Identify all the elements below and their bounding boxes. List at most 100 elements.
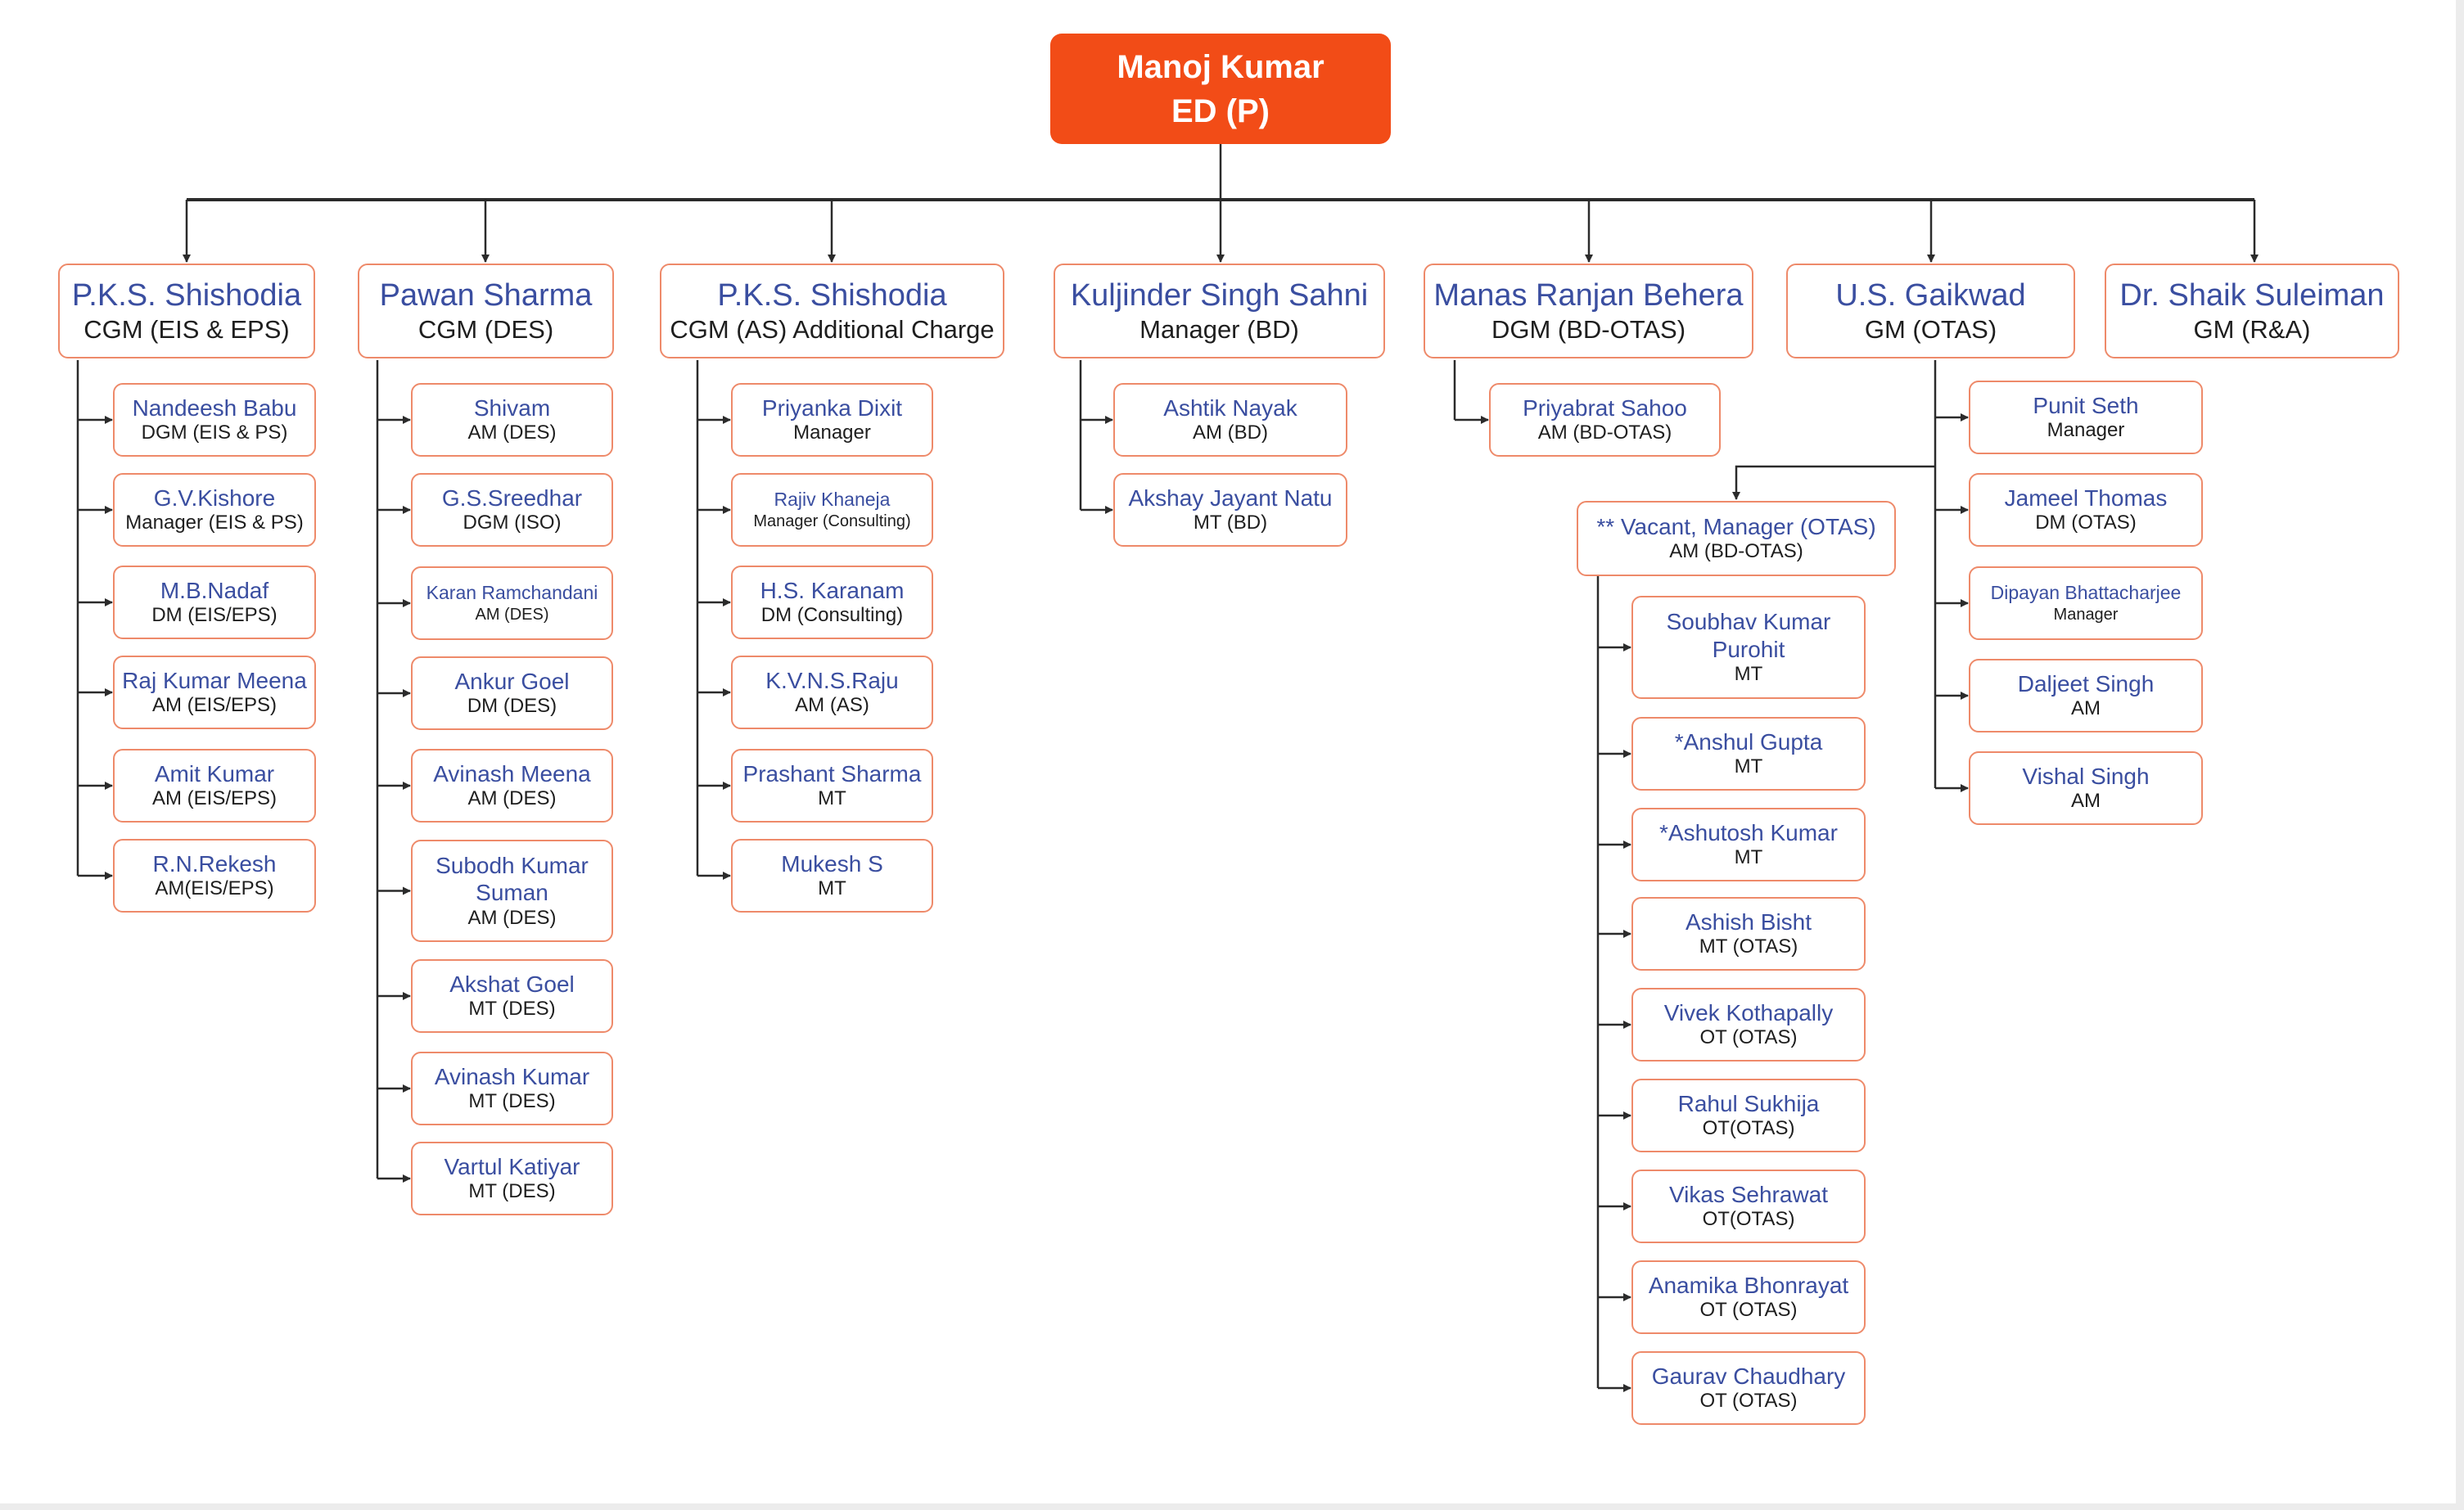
- node-name: Pawan Sharma: [379, 277, 593, 313]
- head-node-gm-r-and-a[interactable]: Dr. Shaik Suleiman GM (R&A): [2105, 264, 2399, 358]
- node-name: Nandeesh Babu: [132, 394, 297, 421]
- node-name: Anamika Bhonrayat: [1648, 1272, 1849, 1298]
- node-name: Akshat Goel: [449, 971, 575, 997]
- node-title: MT: [1734, 663, 1763, 686]
- employee-node[interactable]: Rahul Sukhija OT(OTAS): [1631, 1079, 1866, 1152]
- node-name: R.N.Rekesh: [152, 850, 277, 877]
- employee-node[interactable]: Akshay Jayant Natu MT (BD): [1113, 473, 1347, 547]
- node-name: Subodh Kumar Suman: [435, 852, 589, 906]
- node-name: ** Vacant, Manager (OTAS): [1596, 513, 1876, 539]
- employee-node[interactable]: G.V.Kishore Manager (EIS & PS): [113, 473, 316, 547]
- node-title: Manager (EIS & PS): [125, 512, 304, 534]
- node-title: AM (DES): [467, 787, 557, 810]
- employee-node[interactable]: Karan Ramchandani AM (DES): [411, 566, 613, 640]
- node-title: MT: [1734, 846, 1763, 869]
- node-name: Vikas Sehrawat: [1668, 1181, 1829, 1207]
- node-title: DM (Consulting): [760, 604, 904, 627]
- employee-node[interactable]: Akshat Goel MT (DES): [411, 959, 613, 1033]
- node-title: Manager: [2047, 419, 2125, 442]
- head-node-cgm-des[interactable]: Pawan Sharma CGM (DES): [358, 264, 614, 358]
- employee-node[interactable]: *Ashutosh Kumar MT: [1631, 808, 1866, 881]
- head-node-cgm-as[interactable]: P.K.S. Shishodia CGM (AS) Additional Cha…: [660, 264, 1004, 358]
- employee-node[interactable]: Mukesh S MT: [731, 839, 933, 913]
- node-name: Avinash Meena: [433, 760, 591, 787]
- node-title: GM (R&A): [2193, 315, 2311, 345]
- employee-node[interactable]: Ankur Goel DM (DES): [411, 656, 613, 730]
- employee-node[interactable]: Rajiv Khaneja Manager (Consulting): [731, 473, 933, 547]
- employee-node[interactable]: Dipayan Bhattacharjee Manager: [1969, 566, 2203, 640]
- connector-to-sub-unit: [1732, 465, 1935, 500]
- head-node-manager-bd[interactable]: Kuljinder Singh Sahni Manager (BD): [1054, 264, 1385, 358]
- employee-node[interactable]: K.V.N.S.Raju AM (AS): [731, 656, 933, 729]
- employee-node[interactable]: Jameel Thomas DM (OTAS): [1969, 473, 2203, 547]
- node-name: P.K.S. Shishodia: [71, 277, 302, 313]
- employee-node[interactable]: M.B.Nadaf DM (EIS/EPS): [113, 566, 316, 639]
- employee-node[interactable]: Daljeet Singh AM: [1969, 659, 2203, 732]
- employee-node[interactable]: Nandeesh Babu DGM (EIS & PS): [113, 383, 316, 457]
- node-title: AM (EIS/EPS): [151, 694, 278, 717]
- employee-node[interactable]: Amit Kumar AM (EIS/EPS): [113, 749, 316, 823]
- node-name: Ashish Bisht: [1685, 908, 1812, 935]
- node-name: *Anshul Gupta: [1674, 728, 1823, 755]
- employee-node[interactable]: Subodh Kumar Suman AM (DES): [411, 840, 613, 942]
- node-name: Priyanka Dixit: [761, 394, 903, 421]
- node-name: *Ashutosh Kumar: [1659, 819, 1838, 845]
- node-title: CGM (AS) Additional Charge: [670, 315, 995, 345]
- node-title: AM (DES): [475, 605, 549, 624]
- employee-node[interactable]: R.N.Rekesh AM(EIS/EPS): [113, 839, 316, 913]
- employee-node[interactable]: Raj Kumar Meena AM (EIS/EPS): [113, 656, 316, 729]
- node-title: CGM (EIS & EPS): [83, 315, 290, 345]
- employee-node[interactable]: Vishal Singh AM: [1969, 751, 2203, 825]
- employee-node[interactable]: Shivam AM (DES): [411, 383, 613, 457]
- node-title: MT: [818, 877, 846, 900]
- employee-node[interactable]: Vikas Sehrawat OT(OTAS): [1631, 1170, 1866, 1243]
- employee-node[interactable]: Priyanka Dixit Manager: [731, 383, 933, 457]
- node-name: Daljeet Singh: [2017, 670, 2155, 696]
- node-title: MT (DES): [468, 1180, 556, 1203]
- node-title: DM (DES): [467, 695, 557, 718]
- head-node-cgm-eis-eps[interactable]: P.K.S. Shishodia CGM (EIS & EPS): [58, 264, 315, 358]
- node-title: AM (AS): [795, 694, 869, 717]
- org-chart-canvas: Manoj Kumar ED (P) P.K.S. Shishodia CGM …: [0, 0, 2456, 1503]
- employee-node[interactable]: Anamika Bhonrayat OT (OTAS): [1631, 1260, 1866, 1334]
- node-title: DM (OTAS): [2035, 512, 2137, 534]
- node-name: Gaurav Chaudhary: [1651, 1363, 1846, 1389]
- node-title: DGM (BD-OTAS): [1491, 315, 1686, 345]
- employee-node[interactable]: Vartul Katiyar MT (DES): [411, 1142, 613, 1215]
- node-name: Dr. Shaik Suleiman: [2119, 277, 2385, 313]
- employee-node[interactable]: Ashish Bisht MT (OTAS): [1631, 897, 1866, 971]
- node-name: Priyabrat Sahoo: [1523, 394, 1687, 421]
- node-title: AM(EIS/EPS): [155, 877, 274, 900]
- employee-node[interactable]: Vivek Kothapally OT (OTAS): [1631, 988, 1866, 1062]
- node-title: DM (EIS/EPS): [151, 604, 278, 627]
- employee-node[interactable]: Ashtik Nayak AM (BD): [1113, 383, 1347, 457]
- head-node-dgm-bd-otas[interactable]: Manas Ranjan Behera DGM (BD-OTAS): [1424, 264, 1753, 358]
- node-title: MT (OTAS): [1699, 935, 1798, 958]
- vacant-manager-otas-node[interactable]: ** Vacant, Manager (OTAS) AM (BD-OTAS): [1577, 501, 1896, 576]
- employee-node[interactable]: Soubhav Kumar Purohit MT: [1631, 596, 1866, 699]
- employee-node[interactable]: Gaurav Chaudhary OT (OTAS): [1631, 1351, 1866, 1425]
- node-name: Shivam: [473, 394, 551, 421]
- node-name: Amit Kumar: [154, 760, 275, 787]
- node-name: Prashant Sharma: [742, 760, 922, 787]
- node-title: CGM (DES): [417, 315, 554, 345]
- node-name: Avinash Kumar: [434, 1063, 590, 1089]
- node-name: Punit Seth: [2033, 392, 2139, 418]
- node-title: MT (BD): [1193, 512, 1268, 534]
- employee-node[interactable]: G.S.Sreedhar DGM (ISO): [411, 473, 613, 547]
- employee-node[interactable]: Prashant Sharma MT: [731, 749, 933, 823]
- root-node-executive-director[interactable]: Manoj Kumar ED (P): [1050, 34, 1391, 144]
- node-name: Mukesh S: [781, 850, 883, 877]
- employee-node[interactable]: H.S. Karanam DM (Consulting): [731, 566, 933, 639]
- node-title: DGM (EIS & PS): [141, 421, 288, 444]
- employee-node[interactable]: *Anshul Gupta MT: [1631, 717, 1866, 791]
- node-title: AM (BD-OTAS): [1669, 540, 1803, 563]
- node-name: M.B.Nadaf: [160, 577, 269, 603]
- employee-node[interactable]: Priyabrat Sahoo AM (BD-OTAS): [1489, 383, 1721, 457]
- node-name: Vartul Katiyar: [444, 1153, 580, 1179]
- employee-node[interactable]: Avinash Meena AM (DES): [411, 749, 613, 823]
- employee-node[interactable]: Punit Seth Manager: [1969, 381, 2203, 454]
- node-name: K.V.N.S.Raju: [765, 667, 899, 693]
- employee-node[interactable]: Avinash Kumar MT (DES): [411, 1052, 613, 1125]
- head-node-gm-otas[interactable]: U.S. Gaikwad GM (OTAS): [1786, 264, 2075, 358]
